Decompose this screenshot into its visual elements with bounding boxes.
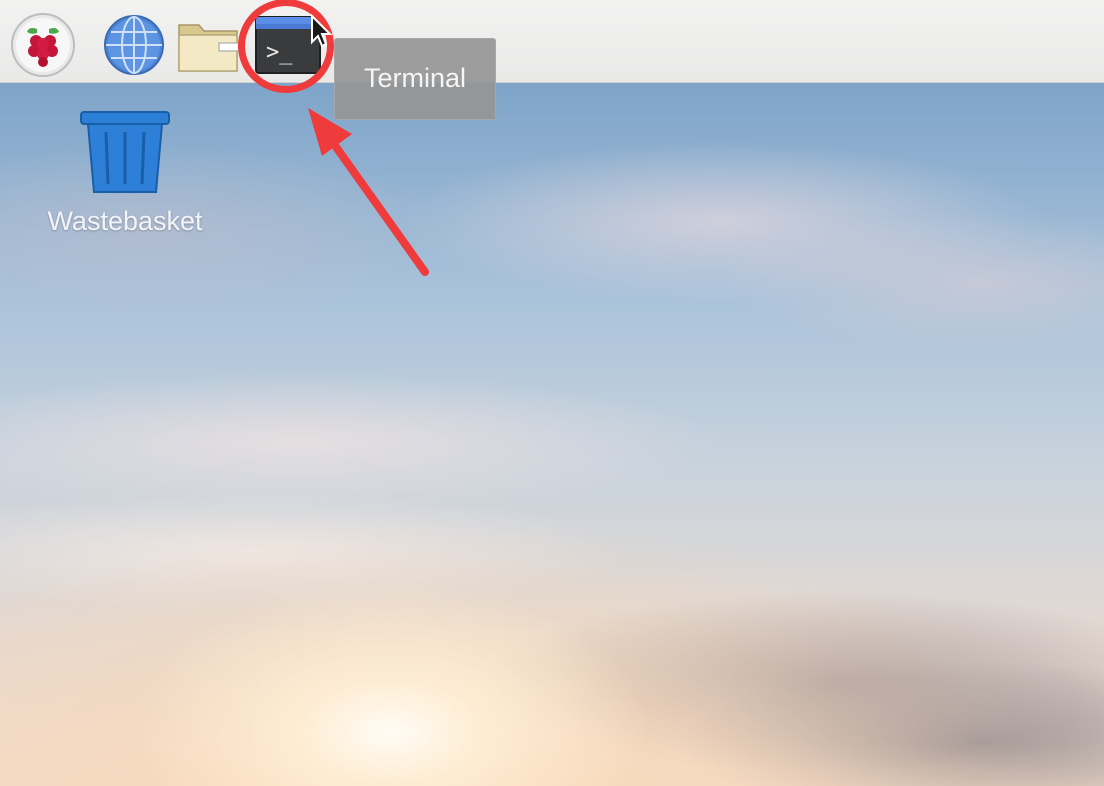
desktop-icon-wastebasket[interactable]: Wastebasket [30,110,220,237]
desktop-icon-label: Wastebasket [47,206,203,236]
web-browser-button[interactable] [101,12,167,78]
terminal-glyph: >_ [266,40,293,65]
terminal-icon: >_ [254,15,322,75]
terminal-tooltip: Terminal [334,38,496,120]
globe-icon [102,13,166,77]
taskbar: >_ [0,0,1104,83]
trash-bin-icon [79,110,171,198]
terminal-button[interactable]: >_ [255,12,321,78]
folder-icon [175,15,241,75]
desktop-wallpaper: Wastebasket [0,82,1104,786]
raspberry-pi-menu-button[interactable] [10,12,76,78]
file-manager-button[interactable] [175,12,241,78]
raspberry-icon [10,12,76,78]
